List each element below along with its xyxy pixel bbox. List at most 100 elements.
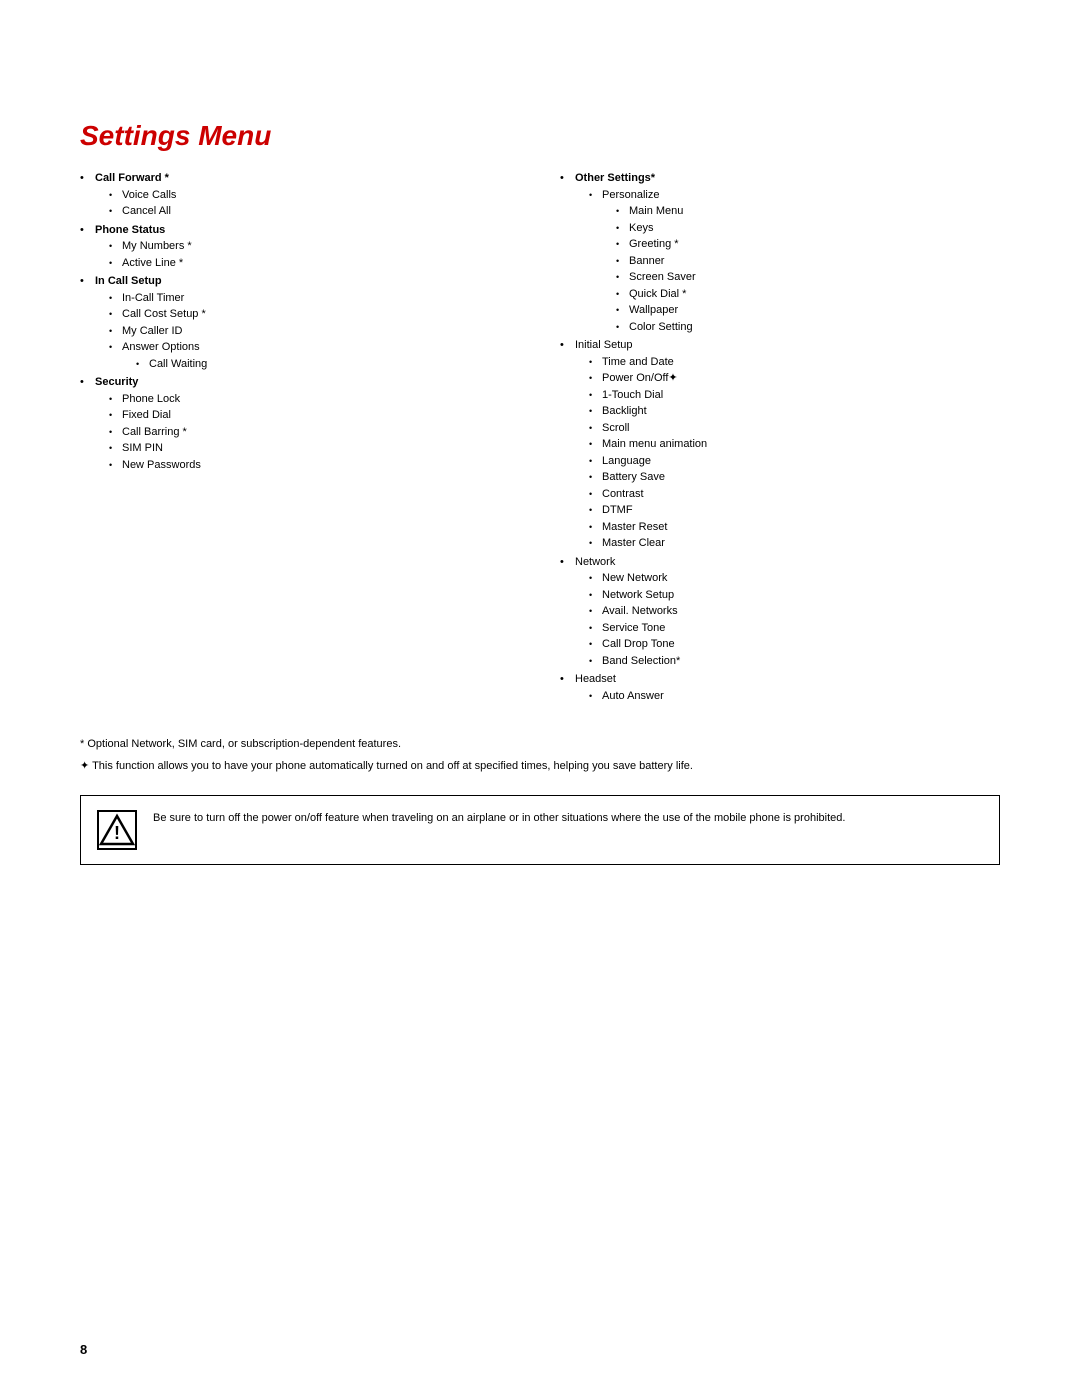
warning-triangle-icon: ! bbox=[99, 812, 135, 848]
warning-box: ! Be sure to turn off the power on/off f… bbox=[80, 795, 1000, 865]
list-item: •Master Clear bbox=[589, 535, 707, 552]
in-call-setup-list: •In-Call Timer •Call Cost Setup * •My Ca… bbox=[109, 290, 207, 373]
personalize-label: Personalize bbox=[602, 189, 659, 201]
section-headset: • Headset •Auto Answer bbox=[560, 671, 1000, 704]
bullet-icon: • bbox=[589, 488, 599, 502]
left-column: • Call Forward * •Voice Calls •Cancel Al… bbox=[80, 170, 520, 706]
security-title: Security bbox=[95, 376, 138, 388]
list-item: •My Numbers * bbox=[109, 238, 192, 255]
list-item: •Network Setup bbox=[589, 587, 680, 604]
bullet-icon: • bbox=[109, 409, 119, 423]
bullet-icon: • bbox=[589, 572, 599, 586]
bullet-icon: • bbox=[589, 422, 599, 436]
bullet-icon: • bbox=[80, 170, 92, 187]
initial-setup-label: Initial Setup bbox=[575, 339, 632, 351]
bullet-icon: • bbox=[560, 554, 572, 571]
list-item: •Battery Save bbox=[589, 469, 707, 486]
in-call-setup-title: In Call Setup bbox=[95, 275, 162, 287]
bullet-icon: • bbox=[109, 393, 119, 407]
bullet-icon: • bbox=[589, 455, 599, 469]
list-item: •Call Barring * bbox=[109, 424, 201, 441]
right-column: • Other Settings* • Personalize •Main Me… bbox=[560, 170, 1000, 706]
list-item: •1-Touch Dial bbox=[589, 387, 707, 404]
list-item: •Active Line * bbox=[109, 255, 192, 272]
bullet-icon: • bbox=[109, 341, 119, 355]
bullet-icon: • bbox=[589, 521, 599, 535]
bullet-icon: • bbox=[589, 690, 599, 704]
bullet-icon: • bbox=[616, 205, 626, 219]
bullet-icon: • bbox=[109, 189, 119, 203]
bullet-icon: • bbox=[616, 222, 626, 236]
footnote-plus: ✦ This function allows you to have your … bbox=[80, 758, 1000, 776]
list-item: •Wallpaper bbox=[616, 302, 696, 319]
list-item: •Call Waiting bbox=[136, 356, 207, 373]
answer-options-list: •Call Waiting bbox=[136, 356, 207, 373]
headset-label: Headset bbox=[575, 673, 616, 685]
list-item: •Avail. Networks bbox=[589, 603, 680, 620]
service-tone-label: Service Tone bbox=[602, 620, 665, 637]
initial-setup-list: •Time and Date •Power On/Off✦ •1-Touch D… bbox=[589, 354, 707, 552]
headset-list: •Auto Answer bbox=[589, 688, 664, 705]
list-item: •Banner bbox=[616, 253, 696, 270]
bullet-icon: • bbox=[616, 288, 626, 302]
section-network: • Network •New Network •Network Setup •A… bbox=[560, 554, 1000, 670]
bullet-icon: • bbox=[616, 238, 626, 252]
bullet-icon: • bbox=[589, 504, 599, 518]
page-title: Settings Menu bbox=[80, 120, 1000, 152]
list-item: •SIM PIN bbox=[109, 440, 201, 457]
right-menu-list: • Other Settings* • Personalize •Main Me… bbox=[560, 170, 1000, 704]
bullet-icon: • bbox=[109, 426, 119, 440]
bullet-icon: • bbox=[560, 170, 572, 187]
section-in-call-setup: • In Call Setup •In-Call Timer •Call Cos… bbox=[80, 273, 520, 372]
bullet-icon: • bbox=[589, 389, 599, 403]
bullet-icon: • bbox=[589, 471, 599, 485]
other-settings-title: Other Settings* bbox=[575, 172, 655, 184]
footnote-plus-text: This function allows you to have your ph… bbox=[92, 760, 693, 772]
list-item: •Quick Dial * bbox=[616, 286, 696, 303]
bullet-icon: • bbox=[109, 257, 119, 271]
list-item: •Backlight bbox=[589, 403, 707, 420]
list-item: •Screen Saver bbox=[616, 269, 696, 286]
bullet-icon: • bbox=[109, 205, 119, 219]
bullet-icon: • bbox=[589, 438, 599, 452]
footnote-plus-symbol: ✦ bbox=[80, 760, 92, 772]
list-item: •Call Cost Setup * bbox=[109, 306, 207, 323]
bullet-icon: • bbox=[589, 605, 599, 619]
bullet-icon: • bbox=[616, 304, 626, 318]
list-item: •Keys bbox=[616, 220, 696, 237]
footnote-asterisk: * Optional Network, SIM card, or subscri… bbox=[80, 736, 1000, 754]
list-item: • Personalize •Main Menu •Keys •Greeting… bbox=[589, 187, 696, 336]
answer-options-label: Answer Options bbox=[122, 341, 200, 353]
bullet-icon: • bbox=[136, 358, 146, 372]
bullet-icon: • bbox=[589, 405, 599, 419]
section-other-settings: • Other Settings* • Personalize •Main Me… bbox=[560, 170, 1000, 335]
bullet-icon: • bbox=[616, 271, 626, 285]
bullet-icon: • bbox=[560, 337, 572, 354]
bullet-icon: • bbox=[589, 189, 599, 203]
call-drop-tone-label: Call Drop Tone bbox=[602, 636, 675, 653]
personalize-list: •Main Menu •Keys •Greeting * •Banner •Sc… bbox=[616, 203, 696, 335]
list-item: •Main Menu bbox=[616, 203, 696, 220]
footnote-asterisk-text: Optional Network, SIM card, or subscript… bbox=[87, 738, 401, 750]
list-item: •Call Drop Tone bbox=[589, 636, 680, 653]
list-item: •Main menu animation bbox=[589, 436, 707, 453]
list-item: •New Passwords bbox=[109, 457, 201, 474]
page: Settings Menu • Call Forward * •Voice Ca… bbox=[0, 0, 1080, 1397]
bullet-icon: • bbox=[109, 325, 119, 339]
network-label: Network bbox=[575, 556, 615, 568]
section-phone-status: • Phone Status •My Numbers * •Active Lin… bbox=[80, 222, 520, 272]
section-initial-setup: • Initial Setup •Time and Date •Power On… bbox=[560, 337, 1000, 552]
bullet-icon: • bbox=[589, 356, 599, 370]
security-list: •Phone Lock •Fixed Dial •Call Barring * … bbox=[109, 391, 201, 474]
list-item: •Service Tone bbox=[589, 620, 680, 637]
bullet-icon: • bbox=[109, 459, 119, 473]
call-forward-title: Call Forward * bbox=[95, 172, 169, 184]
list-item: •Contrast bbox=[589, 486, 707, 503]
list-item: •Language bbox=[589, 453, 707, 470]
network-list: •New Network •Network Setup •Avail. Netw… bbox=[589, 570, 680, 669]
footnotes: * Optional Network, SIM card, or subscri… bbox=[80, 736, 1000, 775]
bullet-icon: • bbox=[589, 372, 599, 386]
bullet-icon: • bbox=[589, 655, 599, 669]
menu-container: • Call Forward * •Voice Calls •Cancel Al… bbox=[80, 170, 1000, 706]
phone-status-title: Phone Status bbox=[95, 224, 165, 236]
